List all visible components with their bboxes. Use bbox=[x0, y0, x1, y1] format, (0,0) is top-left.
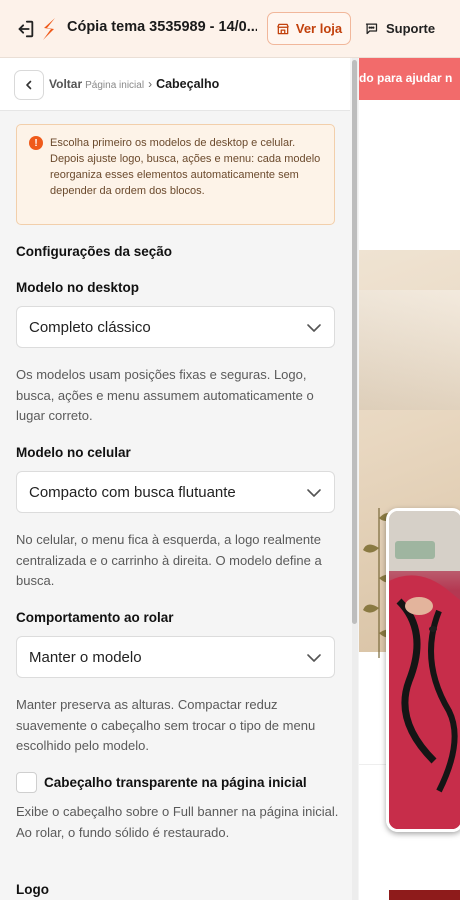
info-alert: ! Escolha primeiro os modelos de desktop… bbox=[16, 124, 335, 225]
desktop-model-help: Os modelos usam posições fixas e seguras… bbox=[16, 367, 314, 423]
hero-light-overlay bbox=[359, 290, 460, 410]
desktop-model-value: Completo clássico bbox=[29, 319, 151, 336]
alert-text: Escolha primeiro os modelos de desktop e… bbox=[50, 137, 321, 197]
breadcrumb-trail: Voltar Página inicial › Cabeçalho bbox=[49, 77, 219, 91]
breadcrumb: Voltar Página inicial › Cabeçalho bbox=[0, 58, 350, 111]
view-store-label: Ver loja bbox=[295, 21, 343, 36]
scroll-behavior-label: Comportamento ao rolar bbox=[16, 610, 174, 625]
breadcrumb-current: Cabeçalho bbox=[156, 77, 220, 91]
panel-scrollbar-thumb[interactable] bbox=[352, 60, 357, 624]
breadcrumb-parent[interactable]: Página inicial bbox=[85, 80, 144, 91]
transparent-header-label[interactable]: Cabeçalho transparente na página inicial bbox=[44, 775, 307, 790]
video-scene bbox=[389, 511, 460, 829]
exit-icon[interactable] bbox=[14, 18, 36, 40]
promo-bar: do para ajudar n bbox=[359, 58, 460, 100]
brand-logo-icon bbox=[43, 18, 55, 40]
section-title: Configurações da seção bbox=[16, 244, 173, 259]
alert-info-icon: ! bbox=[29, 136, 43, 150]
view-store-button[interactable]: Ver loja bbox=[267, 12, 351, 45]
mobile-model-help: No celular, o menu fica à esquerda, a lo… bbox=[16, 532, 322, 588]
breadcrumb-back-label[interactable]: Voltar bbox=[49, 77, 82, 91]
top-bar: Cópia tema 3535989 - 14/0... Ver loja Su… bbox=[0, 0, 460, 58]
support-button[interactable]: Suporte bbox=[364, 12, 444, 45]
scroll-behavior-value: Manter o modelo bbox=[29, 649, 142, 666]
scroll-behavior-help: Manter preserva as alturas. Compactar re… bbox=[16, 697, 316, 753]
store-icon bbox=[277, 23, 289, 34]
preview-footer-strip bbox=[389, 890, 460, 900]
chevron-down-icon bbox=[307, 324, 321, 332]
logo-label: Logo bbox=[16, 882, 49, 897]
chevron-left-icon bbox=[26, 80, 32, 90]
chat-support-icon bbox=[365, 23, 378, 35]
transparent-header-checkbox[interactable] bbox=[16, 772, 37, 793]
desktop-model-select[interactable]: Completo clássico bbox=[16, 306, 335, 348]
theme-title: Cópia tema 3535989 - 14/0... bbox=[67, 19, 257, 35]
mobile-model-select[interactable]: Compacto com busca flutuante bbox=[16, 471, 335, 513]
back-button[interactable] bbox=[14, 70, 44, 100]
mobile-model-value: Compacto com busca flutuante bbox=[29, 484, 236, 501]
support-label: Suporte bbox=[386, 21, 436, 36]
transparent-header-help: Exibe o cabeçalho sobre o Full banner na… bbox=[16, 804, 339, 840]
settings-panel: Voltar Página inicial › Cabeçalho ! Escolha… bbox=[0, 58, 358, 900]
breadcrumb-separator: › bbox=[148, 77, 153, 91]
transparent-header-option[interactable]: Cabeçalho transparente na página inicial bbox=[16, 772, 346, 794]
chevron-down-icon bbox=[307, 489, 321, 497]
mobile-model-label: Modelo no celular bbox=[16, 445, 131, 460]
desktop-model-label: Modelo no desktop bbox=[16, 280, 139, 295]
promo-text: do para ajudar n bbox=[359, 71, 453, 85]
chevron-down-icon bbox=[307, 654, 321, 662]
video-thumbnail[interactable] bbox=[386, 508, 460, 832]
store-preview[interactable]: do para ajudar n bbox=[359, 58, 460, 900]
scroll-behavior-select[interactable]: Manter o modelo bbox=[16, 636, 335, 678]
